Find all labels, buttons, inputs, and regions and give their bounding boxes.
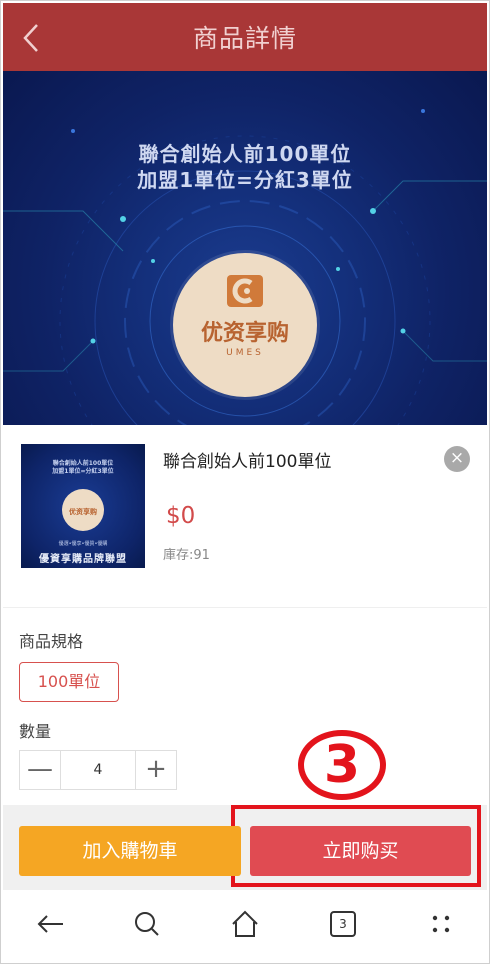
product-title: 聯合創始人前100單位 [163, 452, 332, 472]
banner-subheadline: 加盟1單位=分紅3單位 [137, 168, 353, 192]
increment-button[interactable]: + [136, 751, 176, 789]
home-icon[interactable] [225, 904, 265, 944]
product-banner: 聯合創始人前100單位 加盟1單位=分紅3單位 优资享购 UMES [3, 71, 487, 425]
search-icon[interactable] [127, 904, 167, 944]
back-arrow-icon[interactable] [31, 904, 71, 944]
menu-dots-icon[interactable] [421, 904, 461, 944]
quantity-value[interactable]: 4 [60, 751, 136, 789]
product-price: $0 [166, 503, 196, 529]
add-to-cart-button[interactable]: 加入購物車 [19, 826, 241, 876]
browser-navbar: 3 [3, 890, 487, 960]
banner-headline: 聯合創始人前100單位 [138, 142, 352, 166]
close-icon[interactable]: × [444, 446, 470, 472]
spec-option-100-units[interactable]: 100單位 [19, 662, 119, 702]
brand-logo: 优资享购 UMES [173, 253, 317, 397]
thumbnail-logo: 优资享购 [62, 489, 104, 531]
step-annotation: 3 [298, 730, 386, 800]
stock-count: 庫存:91 [163, 548, 210, 563]
quantity-stepper: — 4 + [19, 750, 177, 790]
thumbnail-footer: 優資享購品牌聯盟 [39, 554, 127, 565]
product-thumbnail: 聯合創始人前100單位 加盟1單位=分紅3單位 优资享购 優選•優享•優質•優購… [21, 444, 145, 568]
thumbnail-subheadline: 加盟1單位=分紅3單位 [52, 468, 114, 475]
decrement-button[interactable]: — [20, 751, 60, 789]
spec-label: 商品規格 [19, 632, 84, 651]
divider [3, 607, 487, 608]
app-header: 商品詳情 [3, 3, 487, 71]
quantity-label: 數量 [19, 722, 52, 741]
brand-name: 优资享购 [200, 320, 289, 346]
tabs-count: 3 [339, 917, 347, 931]
brand-mark-icon [223, 271, 267, 311]
page-title: 商品詳情 [192, 24, 297, 53]
buy-now-button[interactable]: 立即购买 [250, 826, 471, 876]
brand-subtitle: UMES [226, 348, 264, 358]
thumbnail-tagline: 優選•優享•優質•優購 [58, 541, 108, 547]
thumbnail-brand: 优资享购 [69, 508, 97, 516]
tabs-icon[interactable]: 3 [323, 904, 363, 944]
